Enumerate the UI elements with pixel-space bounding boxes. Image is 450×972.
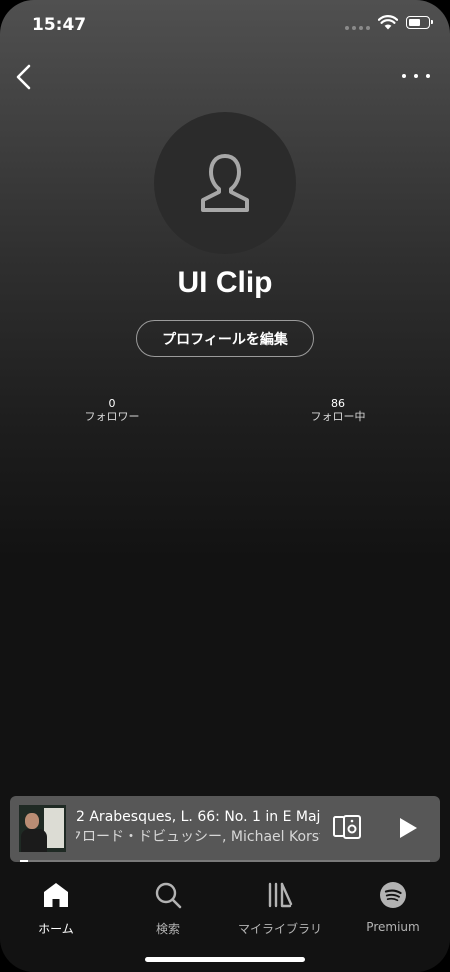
status-bar: 15:47 (0, 0, 450, 48)
following-count: 86 (331, 397, 345, 410)
tab-premium[interactable]: Premium (337, 878, 449, 934)
followers-stat[interactable]: 0 フォロワー (52, 397, 172, 423)
user-placeholder-icon (201, 154, 249, 212)
tab-search[interactable]: 検索 (112, 878, 224, 937)
following-label: フォロー中 (310, 410, 366, 423)
playback-progress (20, 860, 430, 862)
cellular-signal-icon (345, 26, 370, 30)
mini-player[interactable]: 2 Arabesques, L. 66: No. 1 in E Major クロ… (10, 796, 440, 862)
tab-search-label: 検索 (155, 922, 180, 936)
followers-label: フォロワー (84, 410, 140, 423)
playback-progress-fill (20, 860, 29, 862)
library-icon (268, 882, 293, 908)
following-stat[interactable]: 86 フォロー中 (278, 397, 398, 423)
track-title: 2 Arabesques, L. 66: No. 1 in E Major (76, 809, 320, 825)
album-art (19, 805, 66, 852)
tab-home[interactable]: ホーム (0, 878, 112, 937)
avatar[interactable] (154, 112, 296, 254)
tab-library-label: マイライブラリ (237, 922, 322, 936)
tab-premium-label: Premium (366, 920, 420, 934)
now-playing-info: 2 Arabesques, L. 66: No. 1 in E Major クロ… (76, 807, 320, 847)
tab-home-label: ホーム (38, 922, 74, 936)
connect-device-icon[interactable] (332, 814, 362, 840)
bottom-tab-bar: ホーム 検索 マイライブラリ Premium (0, 864, 450, 972)
spotify-logo-icon (380, 882, 406, 908)
home-icon (44, 883, 68, 907)
wifi-icon (378, 15, 398, 30)
search-icon (155, 882, 182, 909)
back-chevron-icon[interactable] (12, 62, 36, 92)
profile-screen: 15:47 UI Clip プロフィールを編集 0 フォロワー 86 フォロー中… (0, 0, 450, 972)
battery-icon (406, 16, 433, 29)
home-indicator (145, 957, 305, 962)
status-time: 15:47 (32, 15, 87, 35)
profile-name: UI Clip (177, 266, 273, 299)
tab-library[interactable]: マイライブラリ (224, 878, 336, 937)
play-icon[interactable] (398, 817, 418, 839)
track-artist: クロード・ドビュッシー, Michael Korstick (76, 829, 320, 845)
more-options-icon[interactable] (402, 66, 430, 86)
edit-profile-button[interactable]: プロフィールを編集 (136, 320, 314, 357)
followers-count: 0 (108, 397, 116, 410)
